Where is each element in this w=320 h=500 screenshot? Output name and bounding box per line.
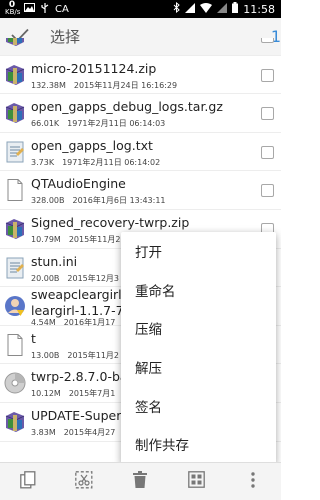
file-row[interactable]: micro-20151124.zip 132.38M 2015年11月24日 16:… bbox=[0, 56, 281, 95]
image-icon bbox=[24, 3, 35, 15]
archive-icon bbox=[4, 410, 26, 434]
file-checkbox[interactable] bbox=[261, 107, 274, 121]
file-name: sweapcleargirl.v bbox=[31, 287, 134, 303]
file-meta: 13.00B 2015年11月2 bbox=[31, 350, 119, 361]
file-size: 328.00B bbox=[31, 196, 65, 206]
file-date: 2016年1月6日 13:43:11 bbox=[72, 196, 166, 206]
file-row[interactable]: open_gapps_log.txt 3.73K 1971年2月11日 06:14:… bbox=[0, 133, 281, 172]
file-date: 2015年11月24日 16:16:29 bbox=[73, 80, 178, 90]
status-bar: 0 KB/s CA 11:58 bbox=[0, 0, 281, 18]
file-name: twrp-2.8.7.0-ba bbox=[31, 369, 128, 385]
archive-icon bbox=[4, 101, 26, 125]
delete-button[interactable] bbox=[120, 465, 160, 499]
clock: 11:58 bbox=[243, 2, 275, 16]
file-size: 10.79M bbox=[31, 235, 61, 244]
file-date: 2015年11月2 bbox=[67, 350, 120, 360]
file-name: micro-20151124.zip bbox=[31, 60, 157, 76]
file-meta: 10.79M 2015年11月2 bbox=[31, 234, 120, 245]
archive-icon bbox=[4, 38, 26, 48]
file-size: 3.73K bbox=[31, 157, 55, 167]
file-date: 2015年4月27 bbox=[63, 428, 116, 437]
file-meta: 3.73K 1971年2月11日 06:14:02 bbox=[31, 157, 160, 168]
bottom-toolbar bbox=[0, 462, 281, 500]
file-meta: 3.83M 2015年4月27 bbox=[31, 427, 115, 438]
text-file-icon bbox=[4, 256, 26, 280]
context-menu: 打开 重命名 压缩 解压 签名 制作共存 bbox=[121, 232, 276, 464]
archive-icon bbox=[4, 63, 26, 87]
file-date: 2015年11月2 bbox=[68, 235, 121, 244]
menu-item-6[interactable]: 制作共存 bbox=[121, 425, 276, 464]
file-size: 20.00B bbox=[31, 273, 60, 283]
copy-button[interactable] bbox=[8, 465, 48, 499]
apk-icon bbox=[4, 294, 26, 318]
file-meta: 66.01K 1971年2月11日 06:14:03 bbox=[31, 118, 165, 129]
file-name: open_gapps_log.txt bbox=[31, 137, 153, 153]
file-checkbox[interactable] bbox=[261, 184, 274, 198]
file-meta: 10.12M 2015年7月1 bbox=[31, 388, 115, 399]
battery-icon bbox=[232, 2, 239, 16]
menu-item-3[interactable]: 压缩 bbox=[121, 309, 276, 348]
file-name: UPDATE-SuperS bbox=[31, 408, 130, 423]
file-date: 2015年12月3 bbox=[67, 273, 120, 283]
file-row[interactable]: QTAudioEngine 328.00B 2016年1月6日 13:43:11 bbox=[0, 171, 281, 210]
file-size: 66.01K bbox=[31, 119, 60, 129]
ca-icon: CA bbox=[55, 3, 69, 15]
file-name: t bbox=[31, 330, 36, 346]
file-name: open_gapps_debug_logs.tar.gz bbox=[31, 99, 223, 115]
signal-icon bbox=[185, 2, 196, 16]
file-date: 2015年7月1 bbox=[68, 389, 116, 399]
cut-icon bbox=[75, 470, 93, 493]
file-name: stun.ini bbox=[31, 253, 78, 269]
file-checkbox[interactable] bbox=[261, 145, 274, 159]
file-name-line2: leargirl-1.1.7-7. bbox=[31, 303, 128, 319]
select-all-button[interactable] bbox=[177, 465, 217, 499]
file-name: QTAudioEngine bbox=[31, 176, 126, 192]
archive-icon bbox=[4, 217, 26, 241]
disc-image-icon bbox=[4, 371, 26, 395]
usb-icon bbox=[40, 2, 50, 16]
grid-icon bbox=[188, 471, 206, 492]
cut-button[interactable] bbox=[64, 465, 104, 499]
trash-icon bbox=[133, 471, 148, 492]
file-checkbox[interactable] bbox=[261, 38, 274, 43]
file-meta: 328.00B 2016年1月6日 13:43:11 bbox=[31, 195, 166, 206]
file-size: 132.38M bbox=[31, 80, 66, 90]
file-date: 1971年2月11日 06:14:02 bbox=[62, 157, 161, 167]
wifi-icon bbox=[200, 2, 213, 16]
file-row[interactable]: open_gapps_debug_logs.tar.gz 66.01K 1971年2… bbox=[0, 94, 281, 133]
file-size: 10.12M bbox=[31, 389, 61, 399]
sim-signal-icon bbox=[217, 2, 228, 16]
bluetooth-icon bbox=[173, 1, 181, 16]
file-size: 13.00B bbox=[31, 350, 60, 360]
file-meta: 132.38M 2015年11月24日 16:16:29 bbox=[31, 80, 177, 91]
more-button[interactable] bbox=[233, 465, 273, 499]
file-date: 1971年2月11日 06:14:03 bbox=[67, 119, 166, 129]
file-meta: 20.00B 2015年12月3 bbox=[31, 273, 119, 284]
copy-icon bbox=[20, 470, 36, 493]
file-icon bbox=[4, 333, 26, 357]
menu-item-1[interactable]: 打开 bbox=[121, 232, 276, 271]
network-speed: 0 KB/s bbox=[5, 1, 21, 16]
more-icon bbox=[251, 471, 255, 492]
text-file-icon bbox=[4, 140, 26, 164]
file-row[interactable]: open_gapps-arm-6.0 bbox=[0, 38, 281, 56]
file-icon bbox=[4, 178, 26, 202]
file-name: Signed_recovery-twrp.zip bbox=[31, 215, 190, 230]
menu-item-2[interactable]: 重命名 bbox=[121, 271, 276, 310]
speed-unit: KB/s bbox=[5, 8, 21, 16]
menu-item-5[interactable]: 签名 bbox=[121, 386, 276, 425]
menu-item-4[interactable]: 解压 bbox=[121, 348, 276, 387]
screen: 0 KB/s CA 11:58 选择 1 micro-20151124.zip … bbox=[0, 0, 281, 500]
file-checkbox[interactable] bbox=[261, 68, 274, 82]
file-size: 3.83M bbox=[31, 428, 56, 437]
